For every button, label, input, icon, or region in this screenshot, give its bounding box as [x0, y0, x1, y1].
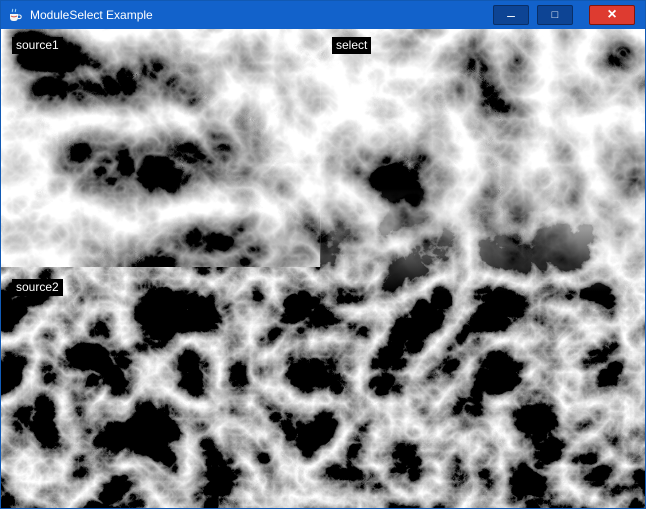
source2-label: source2 — [12, 279, 63, 296]
java-coffee-cup-glyph — [7, 7, 23, 23]
window-controls: – □ × — [493, 1, 645, 29]
close-button[interactable]: × — [589, 5, 635, 25]
select-label: select — [332, 37, 371, 54]
minimize-button[interactable]: – — [493, 5, 529, 25]
maximize-button[interactable]: □ — [537, 5, 573, 25]
app-window: ModuleSelect Example – □ × — [0, 0, 646, 509]
source1-label: source1 — [12, 37, 63, 54]
java-coffee-cup-icon[interactable] — [7, 7, 23, 23]
noise-render — [1, 29, 645, 508]
window-title: ModuleSelect Example — [30, 8, 153, 22]
titlebar[interactable]: ModuleSelect Example – □ × — [1, 1, 645, 29]
source2-region — [1, 29, 645, 508]
render-canvas: source1 select source2 — [1, 29, 645, 508]
inset-seam — [320, 29, 321, 267]
